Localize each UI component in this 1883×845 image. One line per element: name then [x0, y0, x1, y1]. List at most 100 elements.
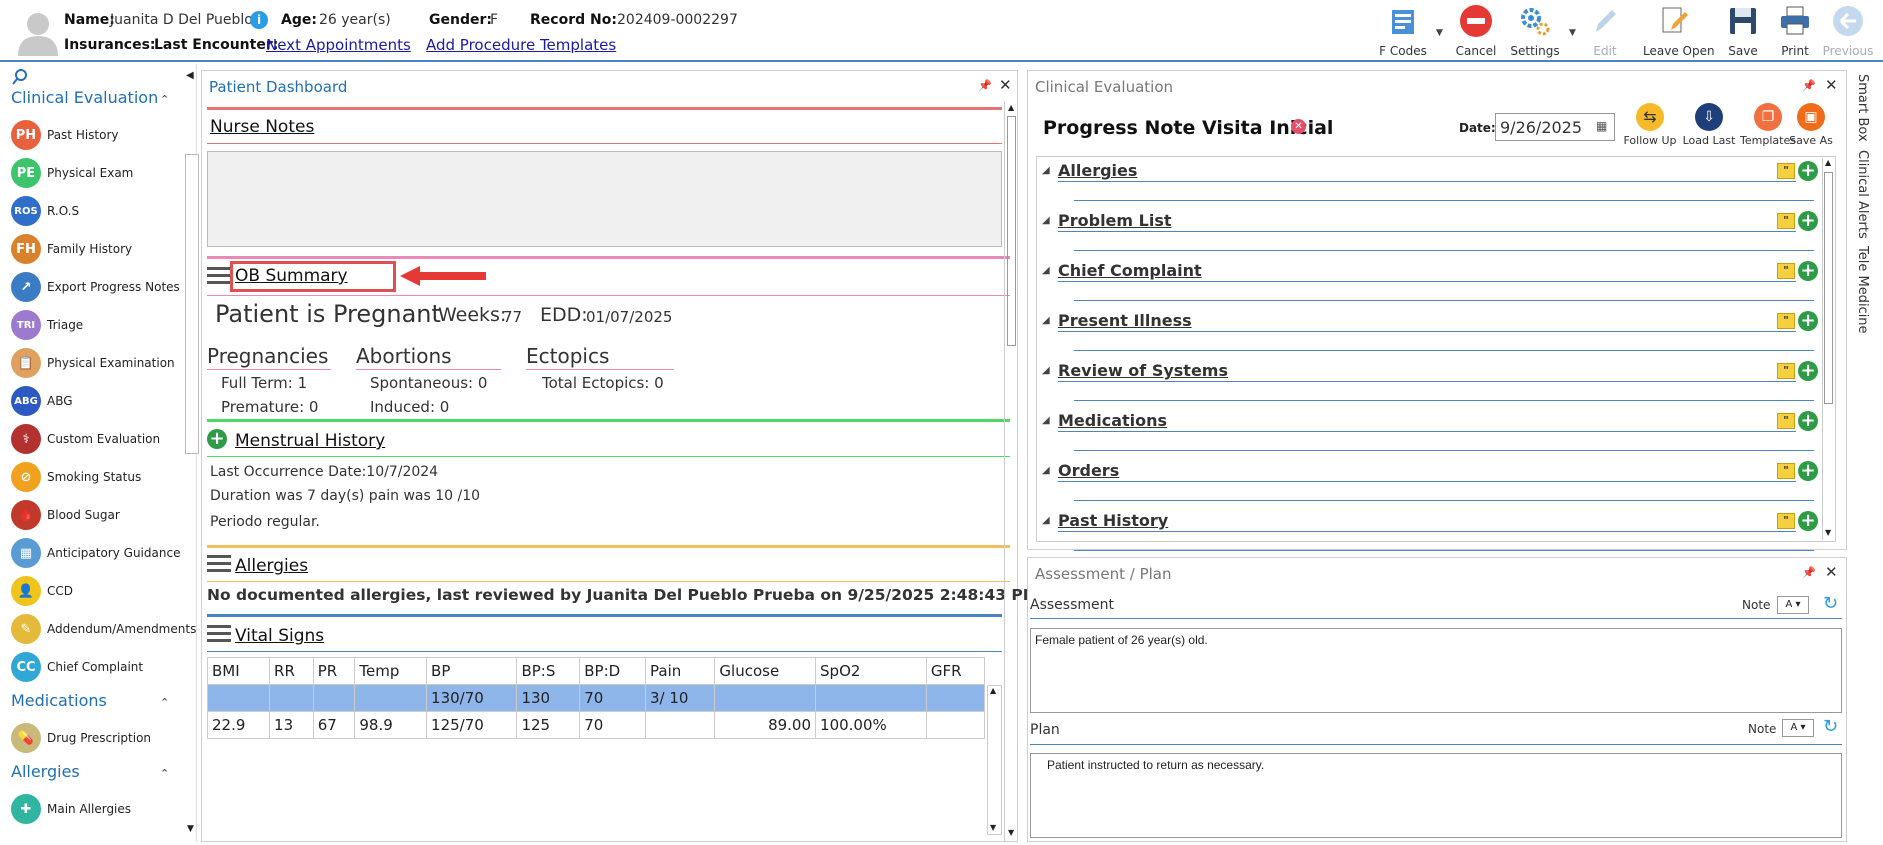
vitals-scroll-down-icon[interactable]: ▼	[990, 823, 996, 832]
smart-text-icon[interactable]: "	[1777, 213, 1795, 229]
clinical-close-icon[interactable]: ✕	[1825, 76, 1838, 94]
sidebar-item-abg[interactable]: ABG ABG	[11, 384, 191, 418]
sidebar-item-chief-complaint[interactable]: CC Chief Complaint	[11, 650, 191, 684]
nurse-notes-title[interactable]: Nurse Notes	[210, 117, 314, 137]
ce-section-title[interactable]: Allergies	[1058, 161, 1137, 180]
sidebar-section-clinical-evaluation[interactable]: Clinical Evaluation	[11, 88, 158, 107]
clinical-scroll-up-icon[interactable]: ▲	[1825, 158, 1831, 167]
close-icon[interactable]: ✕	[999, 76, 1012, 94]
fcodes-dropdown-icon[interactable]: ▼	[1436, 28, 1443, 38]
ap-close-icon[interactable]: ✕	[1825, 563, 1838, 581]
ce-section-title[interactable]: Present Illness	[1058, 311, 1192, 330]
allergies-title[interactable]: Allergies	[235, 556, 308, 576]
sidebar-scrollbar[interactable]	[185, 154, 199, 454]
ce-section-title[interactable]: Past History	[1058, 511, 1168, 530]
sidebar-item-family-history[interactable]: FH Family History	[11, 232, 191, 266]
smart-text-icon[interactable]: "	[1777, 463, 1795, 479]
vitals-header-bp-s[interactable]: BP:S	[516, 657, 581, 685]
sidebar-section-allergies[interactable]: Allergies	[11, 762, 80, 781]
expand-triangle-icon[interactable]: ◢	[1042, 315, 1050, 326]
sidebar-item-anticipatory-guidance[interactable]: ▦ Anticipatory Guidance	[11, 536, 191, 570]
expand-triangle-icon[interactable]: ◢	[1042, 265, 1050, 276]
ce-section-title[interactable]: Review of Systems	[1058, 361, 1228, 380]
sidebar-item-past-history[interactable]: PH Past History	[11, 118, 191, 152]
side-tab-tele-medicine[interactable]: Tele Medicine	[1855, 246, 1870, 334]
add-section-entry-icon[interactable]: +	[1798, 511, 1818, 531]
fcodes-button[interactable]: F Codes	[1373, 4, 1433, 58]
vitals-header-glucose[interactable]: Glucose	[714, 657, 817, 685]
vitals-scrollbar[interactable]	[987, 685, 1002, 835]
add-section-entry-icon[interactable]: +	[1798, 161, 1818, 181]
search-icon[interactable]	[11, 68, 29, 86]
ob-summary-menu-icon[interactable]	[207, 267, 231, 285]
sidebar-item-export-progress-notes[interactable]: ↗ Export Progress Notes	[11, 270, 191, 304]
smart-text-icon[interactable]: "	[1777, 363, 1795, 379]
expand-triangle-icon[interactable]: ◢	[1042, 415, 1050, 426]
sidebar-section-medications[interactable]: Medications	[11, 691, 107, 710]
expand-triangle-icon[interactable]: ◢	[1042, 215, 1050, 226]
save-as-button[interactable]: ▣ Save As	[1786, 103, 1836, 157]
clinical-scrollbar[interactable]: ▲ ▼	[1822, 158, 1834, 540]
smart-text-icon[interactable]: "	[1777, 513, 1795, 529]
sidebar-item-addendum-amendments[interactable]: ✎ Addendum/Amendments	[11, 612, 196, 646]
settings-button[interactable]: Settings	[1505, 4, 1565, 58]
add-section-entry-icon[interactable]: +	[1798, 211, 1818, 231]
print-button[interactable]: Print	[1765, 4, 1825, 58]
ce-section-title[interactable]: Chief Complaint	[1058, 261, 1202, 280]
clinical-scroll-thumb[interactable]	[1824, 172, 1833, 404]
ce-section-title[interactable]: Orders	[1058, 461, 1119, 480]
assessment-textbox[interactable]: Female patient of 26 year(s) old.	[1030, 628, 1842, 713]
dashboard-scroll-up-icon[interactable]: ▲	[1008, 103, 1014, 112]
smart-text-icon[interactable]: "	[1777, 313, 1795, 329]
vitals-header-bp-d[interactable]: BP:D	[579, 657, 646, 685]
vitals-header-bmi[interactable]: BMI	[206, 657, 271, 685]
add-section-entry-icon[interactable]: +	[1798, 361, 1818, 381]
collapse-sidebar-icon[interactable]: ◀	[186, 70, 194, 81]
sidebar-item-main-allergies[interactable]: ✚ Main Allergies	[11, 792, 191, 826]
assessment-refresh-icon[interactable]: ↻	[1823, 593, 1838, 614]
menstrual-history-title[interactable]: Menstrual History	[235, 431, 385, 451]
expand-triangle-icon[interactable]: ◢	[1042, 515, 1050, 526]
sidebar-item-blood-sugar[interactable]: 🩸 Blood Sugar	[11, 498, 191, 532]
collapse-caret-icon[interactable]: ⌃	[160, 767, 169, 780]
sidebar-item-physical-examination[interactable]: 📋 Physical Examination	[11, 346, 191, 380]
smart-text-icon[interactable]: "	[1777, 263, 1795, 279]
next-appointments-link[interactable]: Next Appointments	[266, 36, 411, 54]
sidebar-item-physical-exam[interactable]: PE Physical Exam	[11, 156, 191, 190]
follow-up-button[interactable]: ⇆ Follow Up	[1620, 103, 1680, 157]
side-tab-smart-box[interactable]: Smart Box	[1855, 74, 1870, 142]
sidebar-item-r-o-s[interactable]: ROS R.O.S	[11, 194, 191, 228]
nurse-notes-textarea[interactable]	[207, 151, 1002, 247]
smart-text-icon[interactable]: "	[1777, 163, 1795, 179]
table-row[interactable]: 22.9 13 67 98.9 125/70 125 70 89.00 100.00%	[206, 711, 986, 739]
expand-triangle-icon[interactable]: ◢	[1042, 165, 1050, 176]
assessment-note-select[interactable]: A ▾	[1777, 596, 1809, 614]
vitals-header-spo2[interactable]: SpO2	[815, 657, 927, 685]
sidebar-item-triage[interactable]: TRI Triage	[11, 308, 191, 342]
cancel-button[interactable]: Cancel	[1446, 4, 1506, 58]
sidebar-item-custom-evaluation[interactable]: ⚕ Custom Evaluation	[11, 422, 191, 456]
add-procedure-templates-link[interactable]: Add Procedure Templates	[426, 36, 616, 54]
dashboard-scroll-thumb[interactable]	[1007, 116, 1016, 346]
edit-button[interactable]: Edit	[1575, 4, 1635, 58]
vitals-header-gfr[interactable]: GFR	[925, 657, 986, 685]
add-section-entry-icon[interactable]: +	[1798, 311, 1818, 331]
ob-summary-title[interactable]: OB Summary	[235, 266, 348, 286]
sidebar-item-ccd[interactable]: 👤 CCD	[11, 574, 191, 608]
add-menstrual-icon[interactable]: +	[207, 429, 227, 449]
vitals-scroll-up-icon[interactable]: ▲	[990, 686, 996, 695]
expand-triangle-icon[interactable]: ◢	[1042, 365, 1050, 376]
vitals-header-bp[interactable]: BP	[426, 657, 518, 685]
add-section-entry-icon[interactable]: +	[1798, 261, 1818, 281]
sidebar-scroll-down-icon[interactable]: ▼	[187, 824, 194, 834]
clinical-pin-icon[interactable]: 📌	[1802, 79, 1816, 92]
expand-triangle-icon[interactable]: ◢	[1042, 465, 1050, 476]
plan-note-select[interactable]: A ▾	[1782, 719, 1814, 737]
smart-text-icon[interactable]: "	[1777, 413, 1795, 429]
add-section-entry-icon[interactable]: +	[1798, 411, 1818, 431]
clinical-scroll-down-icon[interactable]: ▼	[1825, 528, 1831, 537]
ap-pin-icon[interactable]: 📌	[1802, 566, 1816, 579]
ce-section-title[interactable]: Problem List	[1058, 211, 1172, 230]
vitals-header-pain[interactable]: Pain	[644, 657, 716, 685]
sidebar-item-drug-prescription[interactable]: 💊 Drug Prescription	[11, 721, 191, 755]
